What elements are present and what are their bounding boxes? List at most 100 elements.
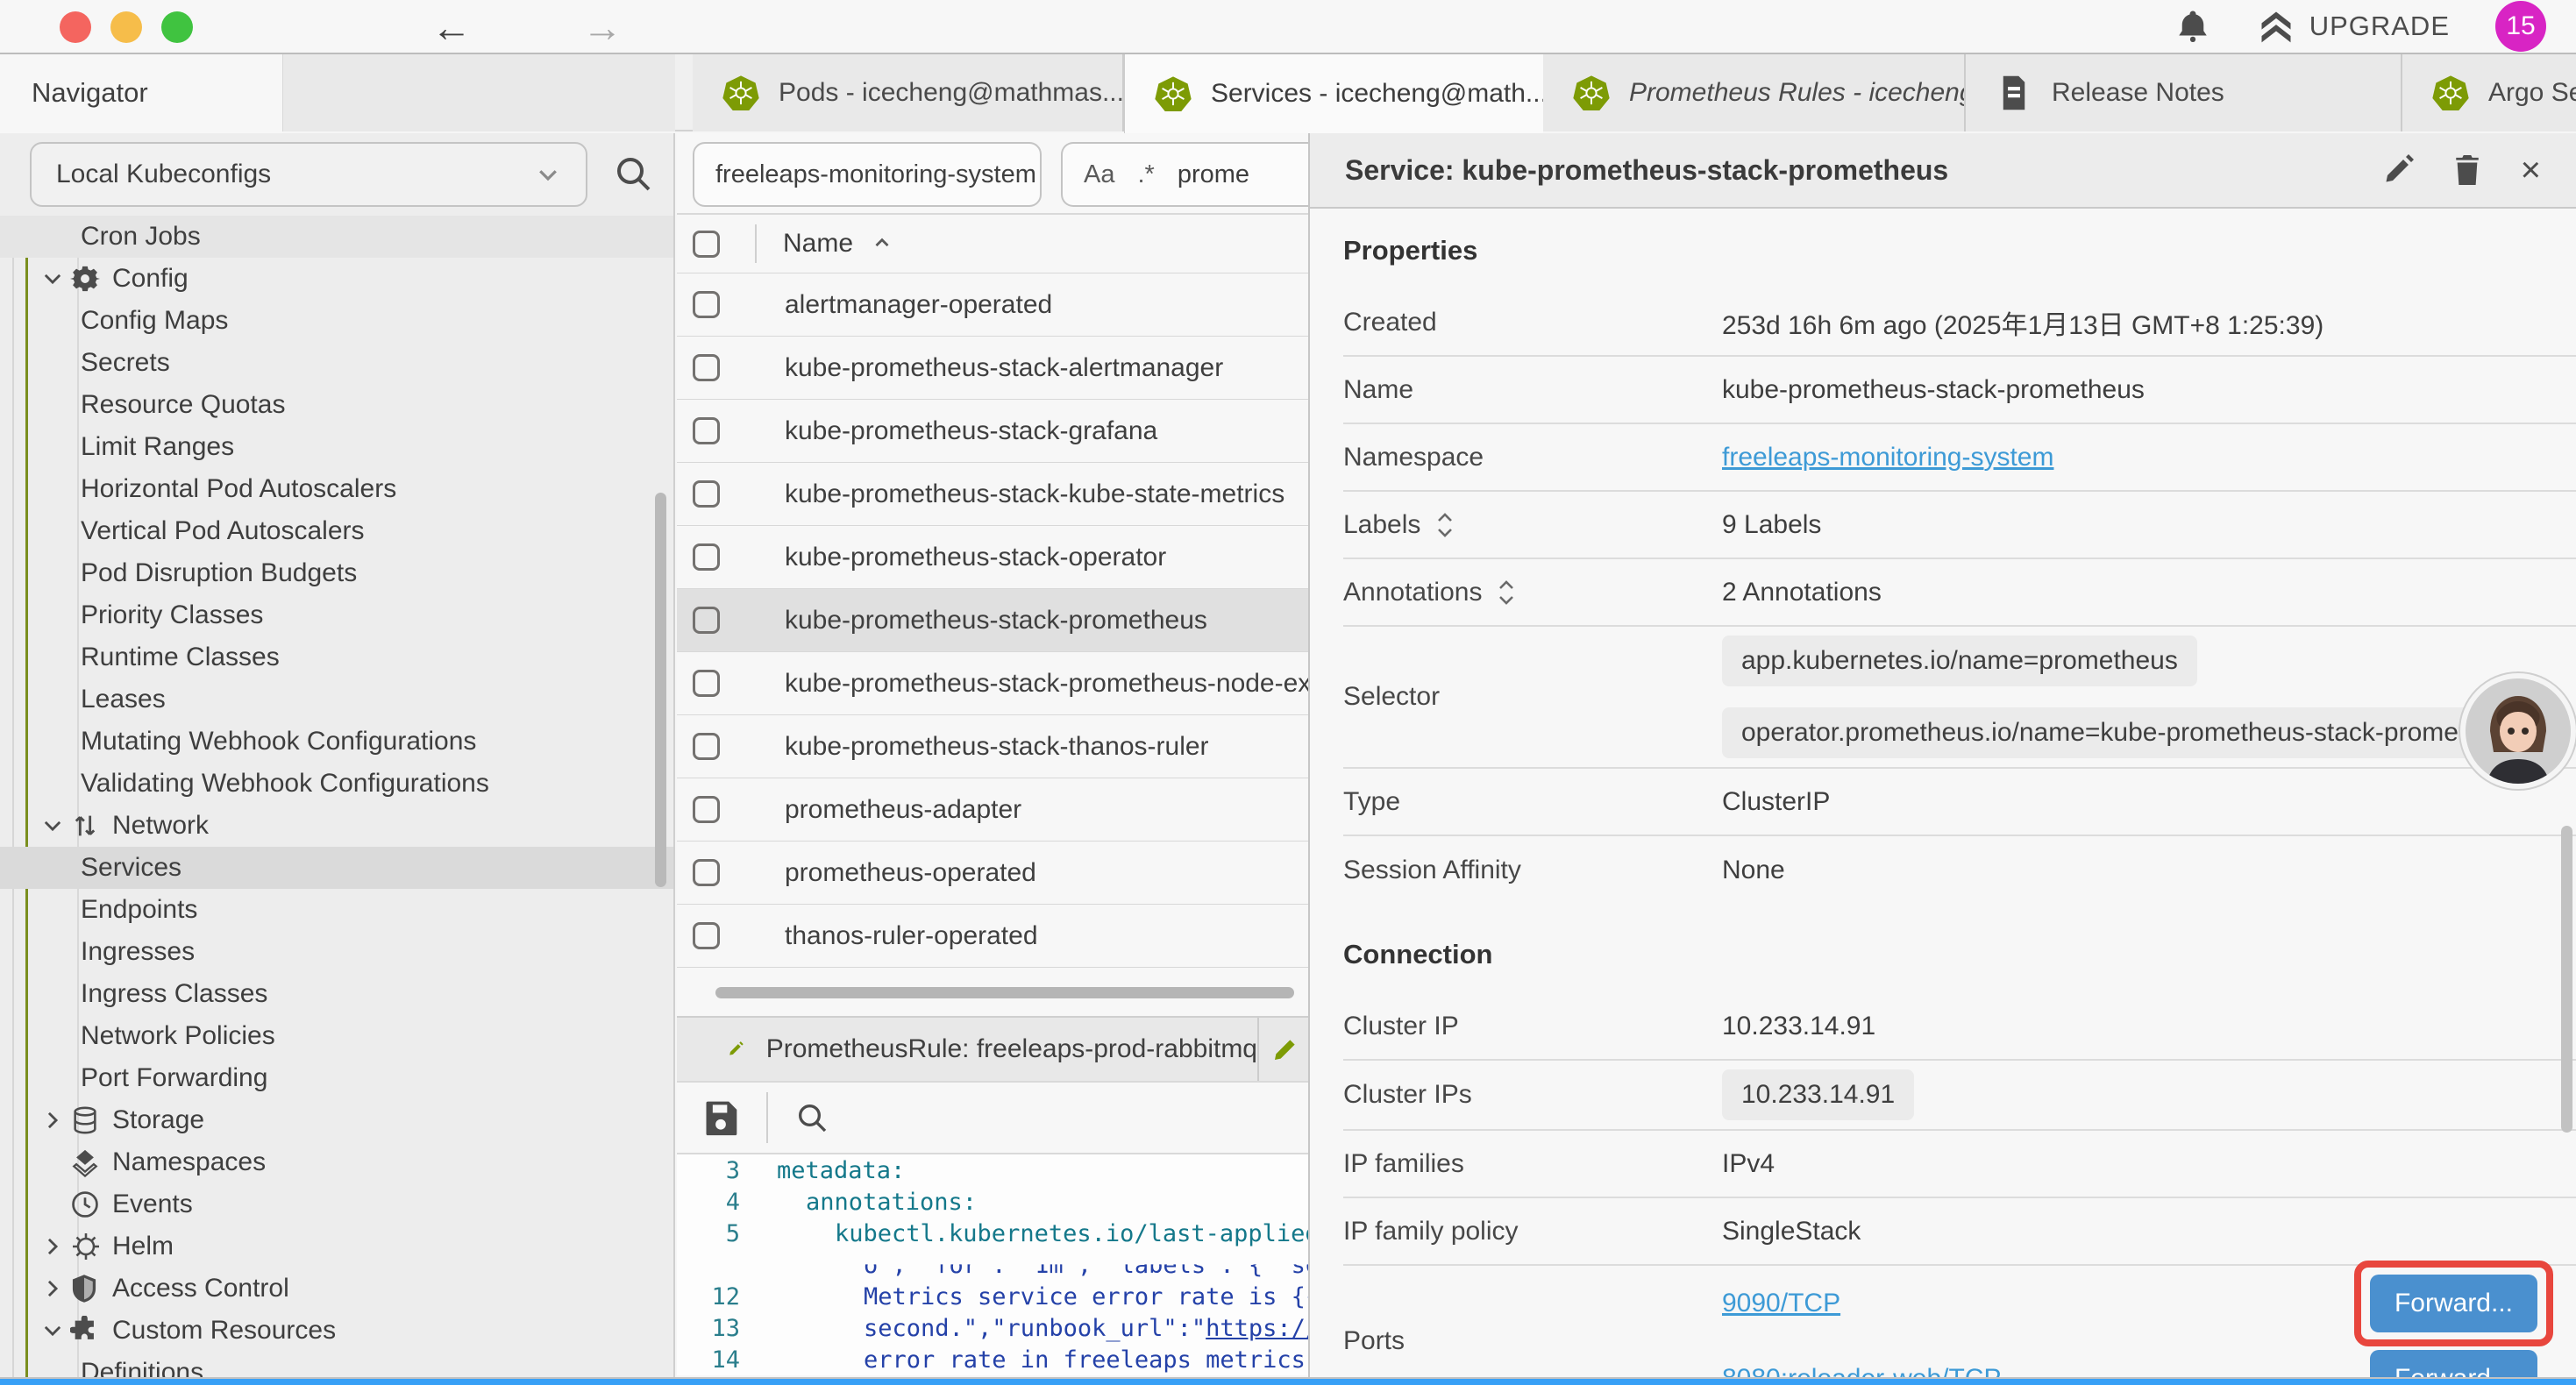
namespace-selector[interactable]: freeleaps-monitoring-system — [693, 142, 1042, 207]
table-row-5[interactable]: kube-prometheus-stack-prometheus — [677, 588, 1308, 651]
sidebar-item-access-control[interactable]: Access Control — [0, 1268, 673, 1310]
sidebar-item-network-policies[interactable]: Network Policies — [0, 1015, 673, 1057]
forward-button[interactable]: Forward... — [2370, 1275, 2537, 1332]
sidebar-item-limit-ranges[interactable]: Limit Ranges — [0, 426, 673, 468]
sidebar-item-runtime-classes[interactable]: Runtime Classes — [0, 636, 673, 678]
filter-value[interactable]: prome — [1178, 160, 1249, 189]
table-row-9[interactable]: prometheus-operated — [677, 841, 1308, 904]
name-column-header[interactable]: Name — [783, 229, 853, 259]
close-window-button[interactable] — [60, 11, 91, 43]
editor-search-icon[interactable] — [794, 1100, 829, 1135]
select-all-checkbox[interactable] — [693, 231, 720, 258]
row-checkbox[interactable] — [693, 291, 720, 318]
sidebar-item-endpoints[interactable]: Endpoints — [0, 889, 673, 931]
sidebar-item-helm[interactable]: Helm — [0, 1225, 673, 1268]
sidebar-scrollbar[interactable] — [655, 493, 666, 887]
row-checkbox[interactable] — [693, 543, 720, 571]
close-panel-icon[interactable]: × — [2521, 154, 2541, 186]
property-link[interactable]: freeleaps-monitoring-system — [1722, 443, 2053, 472]
editor-tab-partial[interactable] — [1259, 1018, 1308, 1081]
document-tab-2[interactable]: Prometheus Rules - icecheng... — [1543, 54, 1966, 131]
port-link[interactable]: 9090/TCP — [1722, 1289, 1840, 1318]
sidebar-item-network[interactable]: Network — [0, 805, 673, 847]
sidebar-item-mutating-webhook-configurations[interactable]: Mutating Webhook Configurations — [0, 721, 673, 763]
forward-button[interactable]: Forward... — [2370, 1350, 2537, 1378]
kubeconfig-selector[interactable]: Local Kubeconfigs — [30, 142, 587, 207]
row-checkbox[interactable] — [693, 859, 720, 886]
sidebar-search-icon[interactable] — [612, 153, 654, 195]
sidebar-item-definitions[interactable]: Definitions — [0, 1352, 673, 1378]
sidebar-item-namespaces[interactable]: Namespaces — [0, 1141, 673, 1183]
sort-toggle-icon[interactable] — [1434, 510, 1455, 540]
sidebar-item-pod-disruption-budgets[interactable]: Pod Disruption Budgets — [0, 552, 673, 594]
minimize-window-button[interactable] — [110, 11, 142, 43]
horizontal-scrollbar[interactable] — [715, 987, 1294, 998]
sidebar-item-custom-resources[interactable]: Custom Resources — [0, 1310, 673, 1352]
save-icon[interactable] — [701, 1098, 740, 1137]
bell-icon[interactable] — [2174, 8, 2211, 45]
property-value: kube-prometheus-stack-prometheus — [1722, 375, 2145, 405]
chevron-right-icon[interactable] — [40, 1234, 70, 1259]
forward-icon[interactable]: → — [582, 4, 623, 51]
row-checkbox[interactable] — [693, 796, 720, 823]
table-row-4[interactable]: kube-prometheus-stack-operator — [677, 525, 1308, 588]
sidebar-item-config[interactable]: Config — [0, 258, 673, 300]
match-case-toggle[interactable]: Aa — [1084, 160, 1114, 189]
row-checkbox[interactable] — [693, 354, 720, 381]
row-checkbox[interactable] — [693, 607, 720, 634]
yaml-editor[interactable]: 3metadata:4annotations:5kubectl.kubernet… — [677, 1153, 1308, 1375]
tab-navigator[interactable]: Navigator — [0, 54, 282, 133]
sidebar-item-leases[interactable]: Leases — [0, 678, 673, 721]
editor-tab-prometheusrule[interactable]: PrometheusRule: freeleaps-prod-rabbitmq — [677, 1018, 1259, 1081]
table-row-2[interactable]: kube-prometheus-stack-grafana — [677, 399, 1308, 462]
sidebar-item-events[interactable]: Events — [0, 1183, 673, 1225]
sidebar-item-horizontal-pod-autoscalers[interactable]: Horizontal Pod Autoscalers — [0, 468, 673, 510]
document-tab-1[interactable]: Services - icecheng@math...✕ — [1124, 54, 1543, 133]
filter-input[interactable]: Aa .* prome — [1061, 142, 1308, 207]
sort-ascending-icon[interactable] — [871, 232, 893, 255]
table-row-1[interactable]: kube-prometheus-stack-alertmanager — [677, 336, 1308, 399]
row-checkbox[interactable] — [693, 417, 720, 444]
edit-icon[interactable] — [2382, 154, 2414, 186]
notification-count-badge[interactable]: 15 — [2495, 1, 2546, 52]
sidebar-item-storage[interactable]: Storage — [0, 1099, 673, 1141]
regex-toggle[interactable]: .* — [1137, 160, 1154, 189]
upgrade-button[interactable]: UPGRADE — [2257, 7, 2450, 46]
maximize-window-button[interactable] — [161, 11, 193, 43]
row-checkbox[interactable] — [693, 922, 720, 949]
row-checkbox[interactable] — [693, 733, 720, 760]
port-link[interactable]: 8080:reloader-web/TCP — [1722, 1364, 2002, 1378]
sidebar-item-validating-webhook-configurations[interactable]: Validating Webhook Configurations — [0, 763, 673, 805]
table-row-8[interactable]: prometheus-adapter — [677, 778, 1308, 841]
row-checkbox[interactable] — [693, 670, 720, 697]
document-tab-0[interactable]: Pods - icecheng@mathmas... — [693, 54, 1124, 131]
delete-icon[interactable] — [2452, 153, 2482, 187]
row-checkbox[interactable] — [693, 480, 720, 508]
table-row-6[interactable]: kube-prometheus-stack-prometheus-node-ex… — [677, 651, 1308, 714]
chevron-right-icon[interactable] — [40, 1108, 70, 1133]
document-tab-3[interactable]: Release Notes — [1966, 54, 2402, 131]
chevron-right-icon[interactable] — [40, 1276, 70, 1301]
sidebar-item-ingresses[interactable]: Ingresses — [0, 931, 673, 973]
sidebar-item-resource-quotas[interactable]: Resource Quotas — [0, 384, 673, 426]
document-tab-4[interactable]: Argo Se — [2402, 54, 2576, 131]
chevron-down-icon[interactable] — [40, 266, 70, 291]
sidebar-item-cron-jobs[interactable]: Cron Jobs — [0, 216, 673, 258]
sidebar-item-services[interactable]: Services — [0, 847, 673, 889]
table-row-10[interactable]: thanos-ruler-operated — [677, 904, 1308, 967]
sidebar-item-ingress-classes[interactable]: Ingress Classes — [0, 973, 673, 1015]
table-row-3[interactable]: kube-prometheus-stack-kube-state-metrics — [677, 462, 1308, 525]
sidebar-item-config-maps[interactable]: Config Maps — [0, 300, 673, 342]
user-avatar[interactable] — [2460, 673, 2576, 789]
sidebar-item-secrets[interactable]: Secrets — [0, 342, 673, 384]
table-row-0[interactable]: alertmanager-operated — [677, 273, 1308, 336]
table-row-7[interactable]: kube-prometheus-stack-thanos-ruler — [677, 714, 1308, 778]
sidebar-item-vertical-pod-autoscalers[interactable]: Vertical Pod Autoscalers — [0, 510, 673, 552]
detail-scrollbar[interactable] — [2561, 826, 2572, 1133]
sort-toggle-icon[interactable] — [1496, 578, 1517, 607]
chevron-down-icon[interactable] — [40, 1318, 70, 1343]
chevron-down-icon[interactable] — [40, 813, 70, 838]
sidebar-item-port-forwarding[interactable]: Port Forwarding — [0, 1057, 673, 1099]
back-icon[interactable]: ← — [431, 4, 472, 51]
sidebar-item-priority-classes[interactable]: Priority Classes — [0, 594, 673, 636]
